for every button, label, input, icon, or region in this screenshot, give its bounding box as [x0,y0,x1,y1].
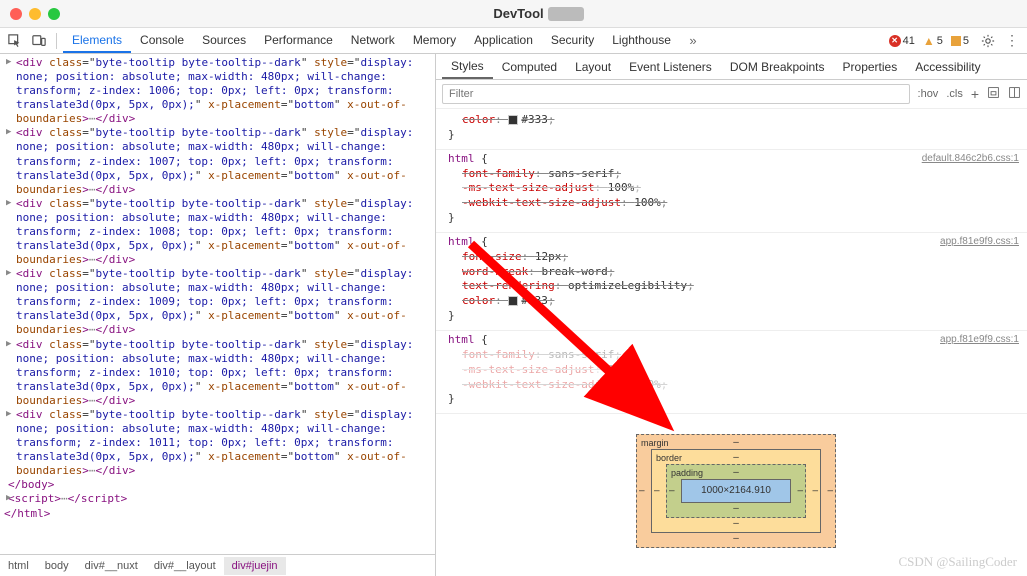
tab-lighthouse[interactable]: Lighthouse [603,29,680,53]
subtab-computed[interactable]: Computed [493,56,566,78]
tab-application[interactable]: Application [465,29,542,53]
tab-console[interactable]: Console [131,29,193,53]
kebab-menu-icon[interactable]: ⋮ [1001,30,1023,52]
tab-sources[interactable]: Sources [193,29,255,53]
tab-network[interactable]: Network [342,29,404,53]
dom-node[interactable]: ▶<div class="byte-tooltip byte-tooltip--… [4,197,431,267]
console-status[interactable]: ✕41 ▲5 5 [889,34,969,48]
dom-node[interactable]: ▶<div class="byte-tooltip byte-tooltip--… [4,126,431,196]
css-rule[interactable]: default.846c2b6.css:1html {font-family: … [436,150,1027,233]
breadcrumb: htmlbodydiv#__nuxtdiv#__layoutdiv#juejin [0,554,435,576]
new-style-icon[interactable]: + [971,86,979,102]
styles-panel-container: StylesComputedLayoutEvent ListenersDOM B… [436,54,1027,576]
css-rule[interactable]: app.f81e9f9.css:1html {font-family: sans… [436,331,1027,414]
tab-performance[interactable]: Performance [255,29,342,53]
title-bar: DevTool [0,0,1027,28]
subtab-layout[interactable]: Layout [566,56,620,78]
box-model-diagram[interactable]: margin––––border––––padding––––1000×2164… [636,434,836,548]
more-tabs-icon[interactable]: » [682,30,704,52]
styles-rules[interactable]: color: #333;}default.846c2b6.css:1html {… [436,109,1027,576]
dom-node[interactable]: ▶<div class="byte-tooltip byte-tooltip--… [4,338,431,408]
computed-toggle-icon[interactable] [987,86,1000,102]
dom-node[interactable]: ▶<div class="byte-tooltip byte-tooltip--… [4,408,431,478]
main-tabs: ElementsConsoleSourcesPerformanceNetwork… [0,28,1027,54]
filter-input[interactable] [442,84,910,104]
dom-tree[interactable]: ▶<div class="byte-tooltip byte-tooltip--… [0,54,435,554]
source-link[interactable]: app.f81e9f9.css:1 [940,235,1019,249]
css-rule[interactable]: color: #333;} [436,111,1027,150]
crumb-div---layout[interactable]: div#__layout [146,557,224,575]
subtab-accessibility[interactable]: Accessibility [906,56,989,78]
minimize-window-icon[interactable] [29,8,41,20]
tab-security[interactable]: Security [542,29,603,53]
source-link[interactable]: app.f81e9f9.css:1 [940,333,1019,347]
tab-elements[interactable]: Elements [63,29,131,53]
crumb-div-juejin[interactable]: div#juejin [224,557,286,575]
close-window-icon[interactable] [10,8,22,20]
dom-node[interactable]: ▶<div class="byte-tooltip byte-tooltip--… [4,56,431,126]
panel-layout-icon[interactable] [1008,86,1021,102]
tab-memory[interactable]: Memory [404,29,465,53]
filter-row: :hov .cls + [436,80,1027,109]
source-link[interactable]: default.846c2b6.css:1 [922,152,1019,166]
box-model-content: 1000×2164.910 [681,479,791,503]
subtab-event-listeners[interactable]: Event Listeners [620,56,721,78]
subtab-styles[interactable]: Styles [442,55,493,79]
subtab-dom-breakpoints[interactable]: DOM Breakpoints [721,56,834,78]
css-rule[interactable]: app.f81e9f9.css:1html {font-size: 12px;w… [436,233,1027,331]
window-title: DevTool [60,6,1017,22]
elements-panel: ▶<div class="byte-tooltip byte-tooltip--… [0,54,436,576]
hov-toggle[interactable]: :hov [918,88,939,100]
maximize-window-icon[interactable] [48,8,60,20]
cls-toggle[interactable]: .cls [946,88,963,100]
traffic-lights [10,8,60,20]
dom-node[interactable]: ▶<div class="byte-tooltip byte-tooltip--… [4,267,431,337]
inspect-icon[interactable] [4,30,26,52]
watermark-text: CSDN @SailingCoder [898,554,1017,570]
crumb-div---nuxt[interactable]: div#__nuxt [77,557,146,575]
subtab-properties[interactable]: Properties [834,56,907,78]
settings-icon[interactable] [977,30,999,52]
styles-subtabs: StylesComputedLayoutEvent ListenersDOM B… [436,54,1027,80]
crumb-body[interactable]: body [37,557,77,575]
crumb-html[interactable]: html [0,557,37,575]
device-toolbar-icon[interactable] [28,30,50,52]
